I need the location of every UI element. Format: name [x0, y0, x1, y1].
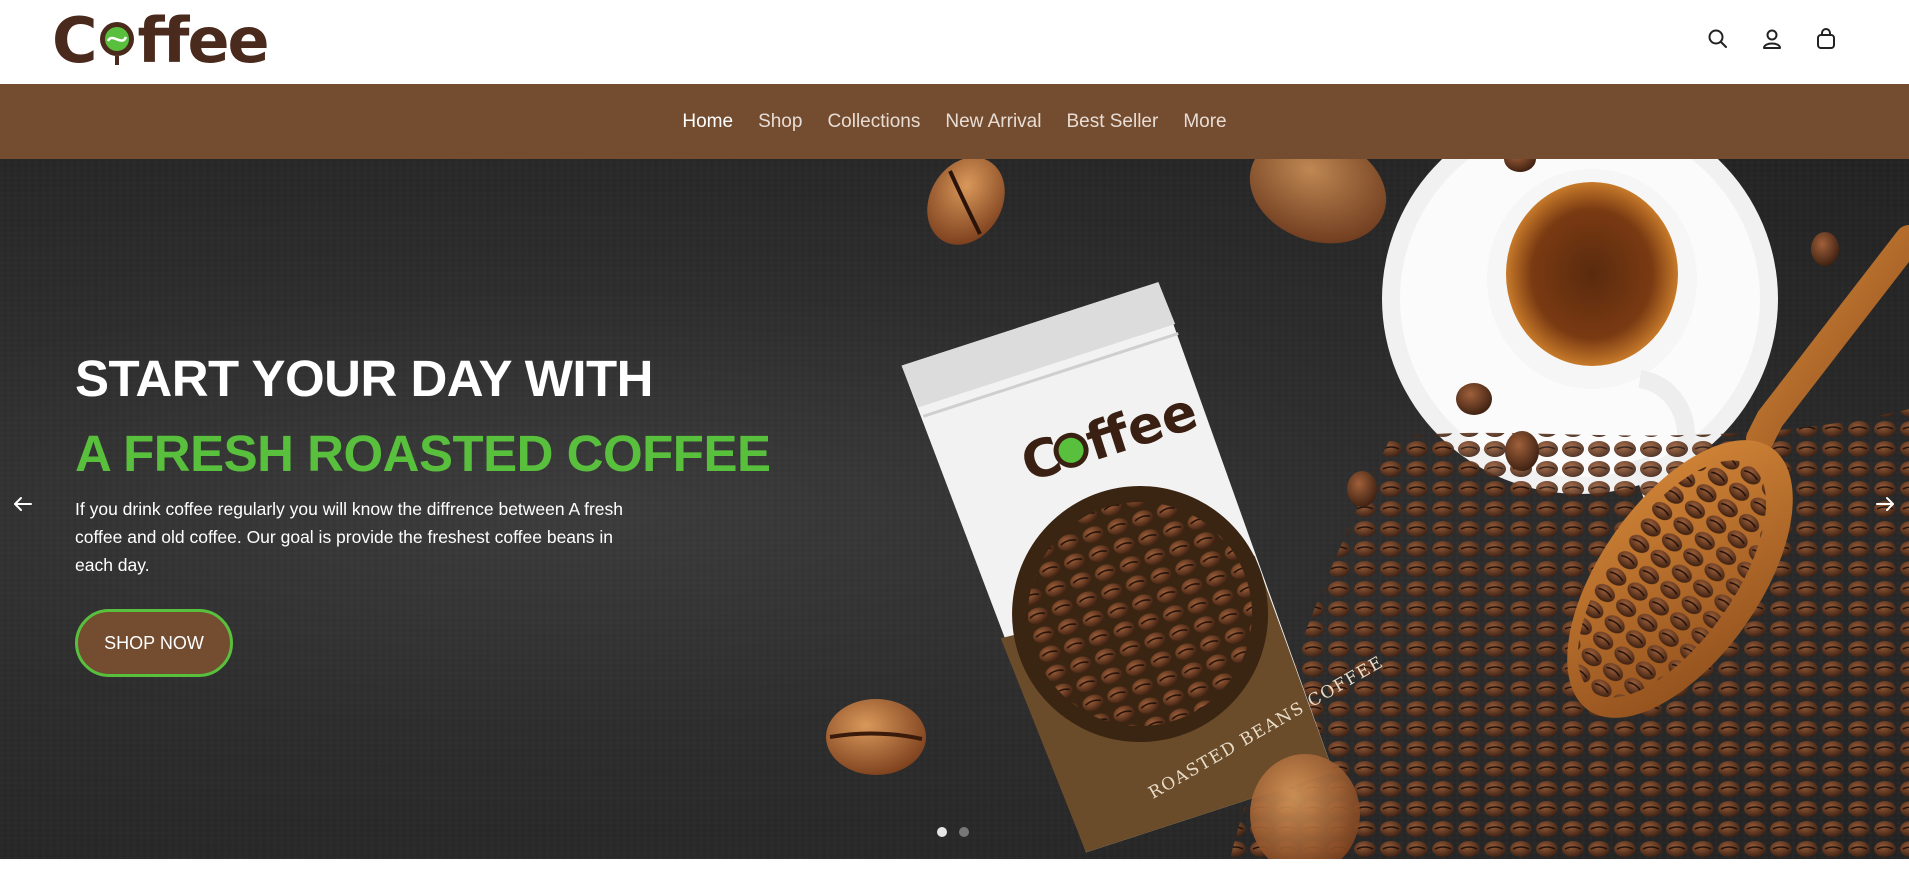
logo-bean-mark-icon — [97, 17, 137, 65]
site-header: C ffee — [0, 0, 1909, 84]
nav-item-shop[interactable]: Shop — [746, 111, 815, 133]
slider-dot-1[interactable] — [937, 827, 947, 837]
brand-logo[interactable]: C ffee — [52, 4, 270, 77]
hero-title-line-2: A FRESH ROASTED COFFEE — [75, 425, 771, 482]
cart-icon[interactable] — [1811, 24, 1841, 54]
nav-item-more[interactable]: More — [1171, 111, 1239, 133]
search-icon[interactable] — [1703, 24, 1733, 54]
nav-item-new-arrival[interactable]: New Arrival — [933, 111, 1054, 133]
slider-prev-arrow-icon[interactable] — [8, 489, 38, 519]
slider-next-arrow-icon[interactable] — [1870, 489, 1900, 519]
account-icon[interactable] — [1757, 24, 1787, 54]
nav-item-collections[interactable]: Collections — [815, 111, 933, 133]
nav-item-home[interactable]: Home — [670, 111, 746, 133]
slider-dots — [937, 827, 969, 837]
nav-item-best-seller[interactable]: Best Seller — [1054, 111, 1171, 133]
logo-letters-ffee: ffee — [137, 4, 270, 77]
shop-now-button[interactable]: SHOP NOW — [75, 609, 233, 677]
hero-description: If you drink coffee regularly you will k… — [75, 499, 623, 575]
hero-title-line-1: START YOUR DAY WITH — [75, 350, 654, 407]
hero-slider: C ffee ROASTED BEANS COFFEE START YOUR D… — [0, 159, 1909, 859]
page-bottom-strip — [0, 859, 1909, 870]
logo-letter-c: C — [52, 4, 97, 77]
main-navigation: Home Shop Collections New Arrival Best S… — [0, 84, 1909, 159]
slider-dot-2[interactable] — [959, 827, 969, 837]
